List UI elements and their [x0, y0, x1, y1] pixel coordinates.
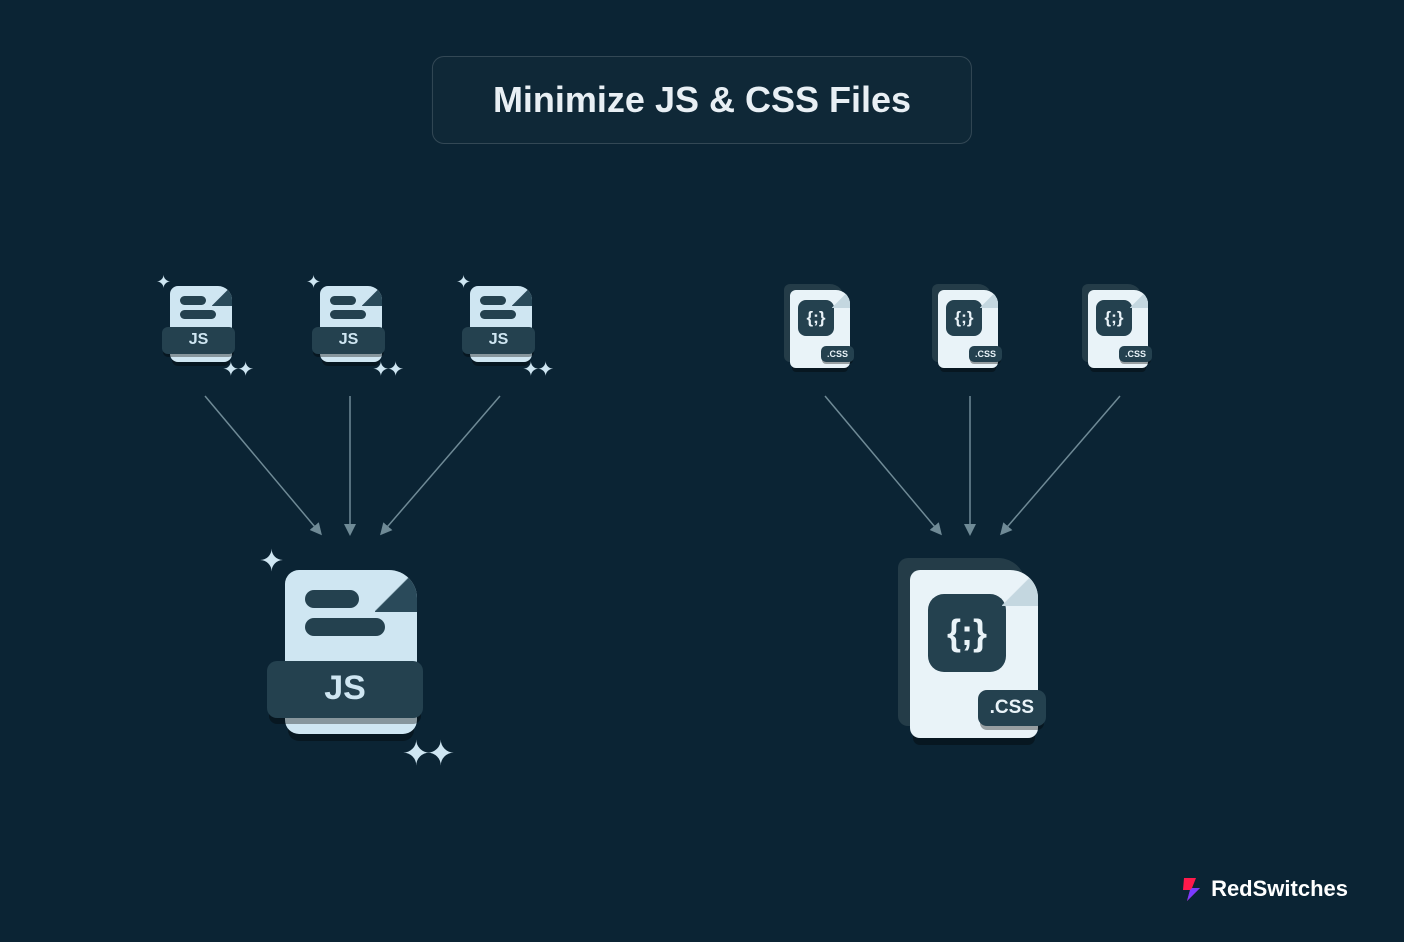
- css-file-combined-icon: {;} .CSS: [910, 570, 1038, 738]
- braces-icon: {;}: [1096, 300, 1132, 336]
- sparkle-icon: ✦: [259, 544, 284, 579]
- css-file-label: .CSS: [821, 346, 854, 362]
- css-file-label: .CSS: [1119, 346, 1152, 362]
- merge-arrows-icon: [150, 388, 570, 548]
- brand-mark-icon: [1181, 876, 1203, 902]
- js-file-icon: ✦ JS ✦✦: [320, 286, 382, 362]
- merge-arrows-icon: [770, 388, 1190, 548]
- page-title: Minimize JS & CSS Files: [493, 79, 911, 121]
- js-file-label: JS: [462, 327, 535, 354]
- css-file-icon: {;} .CSS: [938, 290, 998, 368]
- sparkle-icon: ✦: [456, 272, 471, 293]
- brand-logo: RedSwitches: [1181, 876, 1348, 902]
- sparkle-icon: ✦: [156, 272, 171, 293]
- brand-name: RedSwitches: [1211, 876, 1348, 902]
- css-file-icon: {;} .CSS: [790, 290, 850, 368]
- js-file-label: JS: [162, 327, 235, 354]
- css-file-icon: {;} .CSS: [1088, 290, 1148, 368]
- sparkle-icon: ✦✦: [372, 357, 402, 382]
- js-file-icon: ✦ JS ✦✦: [170, 286, 232, 362]
- js-file-label: JS: [312, 327, 385, 354]
- braces-icon: {;}: [798, 300, 834, 336]
- title-container: Minimize JS & CSS Files: [432, 56, 972, 144]
- braces-icon: {;}: [946, 300, 982, 336]
- sparkle-icon: ✦✦: [402, 734, 451, 774]
- sparkle-icon: ✦✦: [522, 357, 552, 382]
- braces-icon: {;}: [928, 594, 1006, 672]
- js-file-combined-icon: ✦ JS ✦✦: [285, 570, 417, 734]
- js-file-label: JS: [267, 661, 423, 718]
- css-file-label: .CSS: [969, 346, 1002, 362]
- sparkle-icon: ✦: [306, 272, 321, 293]
- js-file-icon: ✦ JS ✦✦: [470, 286, 532, 362]
- css-file-label: .CSS: [978, 690, 1046, 726]
- sparkle-icon: ✦✦: [222, 357, 252, 382]
